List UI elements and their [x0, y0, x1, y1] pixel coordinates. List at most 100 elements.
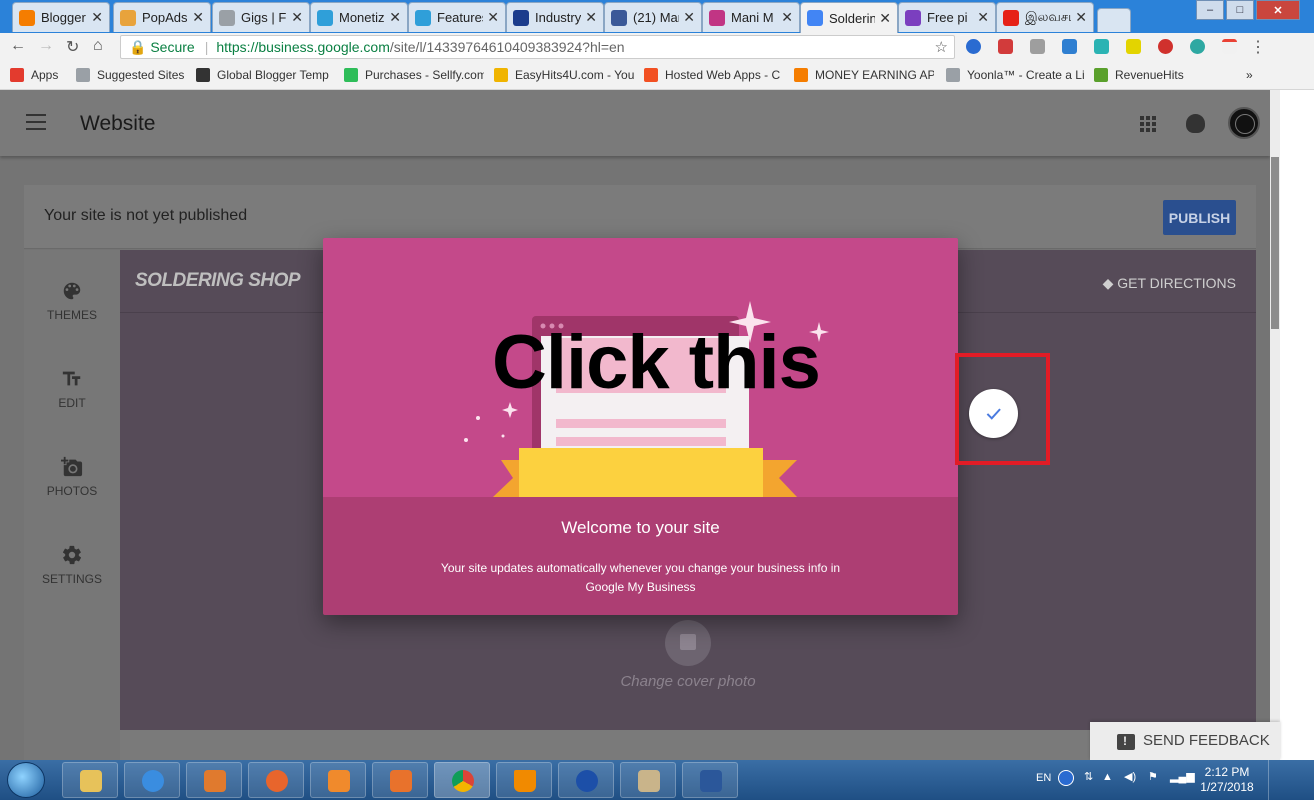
- extension-icon[interactable]: [1222, 39, 1237, 54]
- taskbar-firefox[interactable]: [248, 762, 304, 798]
- shield-icon[interactable]: [1030, 39, 1045, 54]
- close-tab-icon[interactable]: ✕: [91, 9, 103, 26]
- bookmark-item[interactable]: Yoonla™ - Create a Li: [946, 68, 1086, 82]
- new-tab-button[interactable]: [1097, 8, 1131, 32]
- confirm-button[interactable]: [969, 389, 1018, 438]
- start-button[interactable]: [7, 762, 45, 798]
- nav-settings[interactable]: SETTINGS: [24, 544, 120, 586]
- taskbar-screen[interactable]: [372, 762, 428, 798]
- taskbar-paint[interactable]: [620, 762, 676, 798]
- close-tab-icon[interactable]: ✕: [1075, 9, 1087, 26]
- browser-tab[interactable]: Monetize ✕: [310, 2, 408, 32]
- url-host: https://business.google.com: [216, 39, 390, 55]
- extension-icon[interactable]: [1190, 39, 1205, 54]
- bookmark-item[interactable]: RevenueHits: [1094, 68, 1194, 82]
- taskbar-uc[interactable]: [310, 762, 366, 798]
- nav-edit[interactable]: EDIT: [24, 368, 120, 410]
- apps-grid-icon: [10, 68, 24, 82]
- extension-icon[interactable]: [1094, 39, 1109, 54]
- change-cover-photo-link[interactable]: Change cover photo: [620, 673, 756, 690]
- taskbar-word[interactable]: [682, 762, 738, 798]
- get-directions-link[interactable]: ◆ GET DIRECTIONS: [1103, 275, 1236, 292]
- tab-label: (21) Mani: [633, 10, 679, 25]
- browser-tab[interactable]: Free pi ✕: [898, 2, 996, 32]
- close-tab-icon[interactable]: ✕: [977, 9, 989, 26]
- taskbar-ie[interactable]: [124, 762, 180, 798]
- browser-tab[interactable]: Features ✕: [408, 2, 506, 32]
- dialog-body: Your site updates automatically whenever…: [440, 561, 841, 594]
- close-window-button[interactable]: ✕: [1256, 0, 1300, 20]
- notifications-icon[interactable]: [1186, 114, 1205, 133]
- close-tab-icon[interactable]: ✕: [879, 10, 891, 27]
- help-icon[interactable]: [1058, 770, 1074, 786]
- taskbar-vlc[interactable]: [496, 762, 552, 798]
- close-tab-icon[interactable]: ✕: [291, 9, 303, 26]
- bookmark-label: EasyHits4U.com - You: [515, 68, 634, 82]
- browser-tab[interactable]: PopAds ✕: [113, 2, 211, 32]
- close-tab-icon[interactable]: ✕: [781, 9, 793, 26]
- close-tab-icon[interactable]: ✕: [683, 9, 695, 26]
- d-icon: [317, 9, 333, 26]
- signal-icon[interactable]: ▂▄▆: [1170, 770, 1195, 783]
- menu-icon[interactable]: ⋮: [1250, 37, 1266, 57]
- volume-icon[interactable]: ◀): [1124, 770, 1136, 783]
- window-edge: [1280, 90, 1314, 760]
- bookmark-item[interactable]: Suggested Sites: [76, 68, 188, 82]
- popads-icon: [120, 9, 136, 26]
- extension-icon[interactable]: [998, 39, 1013, 54]
- bookmark-item[interactable]: Apps: [10, 68, 70, 82]
- browser-tab[interactable]: Gigs | Fiverr ✕: [212, 2, 310, 32]
- show-desktop-button[interactable]: [1268, 760, 1278, 800]
- back-icon[interactable]: ←: [10, 37, 26, 55]
- bookmark-item[interactable]: Hosted Web Apps - C: [644, 68, 784, 82]
- browser-tab[interactable]: Industry ✕: [506, 2, 604, 32]
- taskbar-explorer[interactable]: [62, 762, 118, 798]
- extension-icon[interactable]: [966, 39, 981, 54]
- publish-button[interactable]: PUBLISH: [1163, 200, 1236, 235]
- avatar[interactable]: [1228, 107, 1260, 139]
- blogger-icon: [19, 9, 35, 26]
- browser-tab[interactable]: Soldering Shop✕: [800, 2, 898, 33]
- close-tab-icon[interactable]: ✕: [585, 9, 597, 26]
- reload-icon[interactable]: ↻: [66, 37, 79, 57]
- taskbar-media[interactable]: [186, 762, 242, 798]
- nav-themes[interactable]: THEMES: [24, 280, 120, 322]
- nav-photos[interactable]: PHOTOS: [24, 456, 120, 498]
- bookmark-item[interactable]: Purchases - Sellfy.com: [344, 68, 484, 82]
- show-hidden-icons[interactable]: ▲: [1102, 771, 1113, 783]
- scrollbar-thumb[interactable]: [1271, 157, 1279, 329]
- extension-icon[interactable]: [1062, 39, 1077, 54]
- forward-icon[interactable]: →: [38, 37, 54, 55]
- send-feedback-button[interactable]: SEND FEEDBACK: [1090, 722, 1280, 760]
- minimize-button[interactable]: –: [1196, 0, 1224, 20]
- bookmark-item[interactable]: MONEY EARNING AP: [794, 68, 934, 82]
- browser-tab[interactable]: (21) Mani ✕: [604, 2, 702, 32]
- url-input[interactable]: 🔒 Secure | https://business.google.com/s…: [120, 35, 955, 59]
- picsart-icon: [905, 9, 921, 26]
- hamburger-menu-icon[interactable]: [26, 114, 46, 135]
- taskbar-chrome[interactable]: [434, 762, 490, 798]
- extension-icon[interactable]: [1126, 39, 1141, 54]
- home-icon[interactable]: ⌂: [93, 37, 103, 55]
- close-tab-icon[interactable]: ✕: [192, 9, 204, 26]
- network-icon[interactable]: ⇅: [1084, 770, 1093, 783]
- clock[interactable]: 2:12 PM 1/27/2018: [1192, 765, 1262, 795]
- bookmark-label: RevenueHits: [1115, 68, 1184, 82]
- bookmark-item[interactable]: EasyHits4U.com - You: [494, 68, 634, 82]
- bookmark-item[interactable]: Global Blogger Temp: [196, 68, 336, 82]
- browser-tab[interactable]: இலவசம் ✕: [996, 2, 1094, 32]
- browser-tab[interactable]: Mani M ✕: [702, 2, 800, 32]
- bookmark-star-icon[interactable]: ☆: [935, 38, 948, 56]
- maximize-button[interactable]: □: [1226, 0, 1254, 20]
- pinterest-icon[interactable]: [1158, 39, 1173, 54]
- flag-icon[interactable]: ⚑: [1148, 770, 1158, 783]
- close-tab-icon[interactable]: ✕: [389, 9, 401, 26]
- youtube-icon: [1003, 9, 1019, 26]
- more-bookmarks-icon[interactable]: »: [1246, 68, 1253, 82]
- close-tab-icon[interactable]: ✕: [487, 9, 499, 26]
- browser-tab[interactable]: Blogger ✕: [12, 2, 110, 32]
- language-indicator[interactable]: EN: [1036, 772, 1051, 784]
- apps-grid-icon[interactable]: [1140, 116, 1156, 132]
- taskbar-audacity[interactable]: [558, 762, 614, 798]
- change-cover-photo-icon[interactable]: [665, 620, 711, 666]
